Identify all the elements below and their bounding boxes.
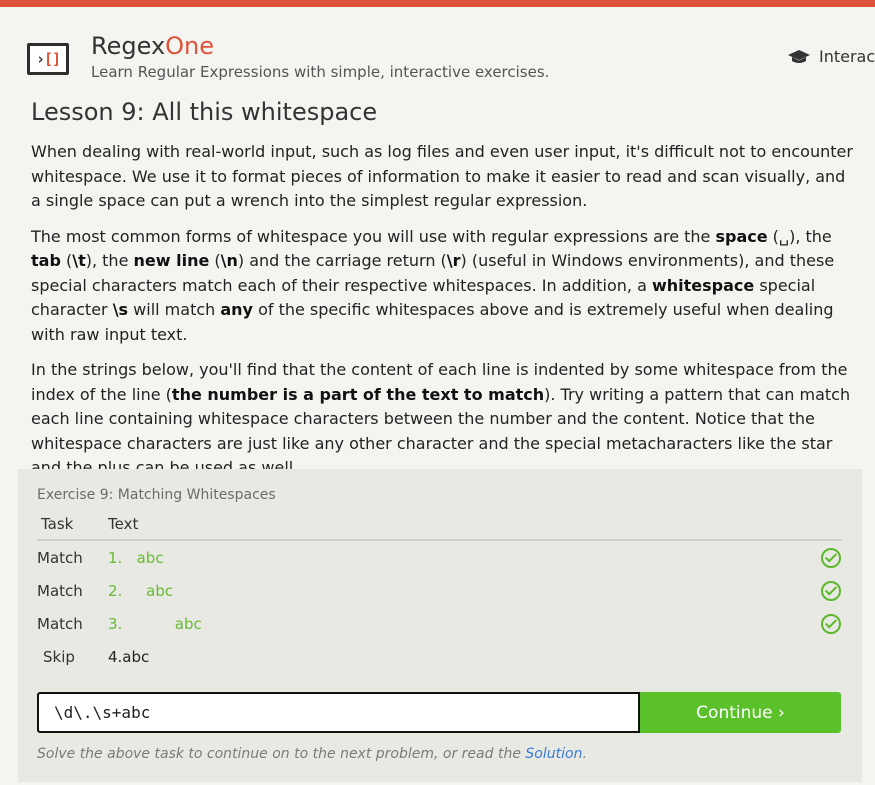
lesson-paragraph-2: The most common forms of whitespace you … — [31, 226, 835, 344]
column-header-task: Task — [37, 515, 108, 541]
exercise-hint: Solve the above task to continue on to t… — [37, 746, 587, 762]
check-circle-icon — [821, 547, 841, 568]
task-text: 1. abc — [108, 548, 164, 567]
lesson-content: Lesson 9: All this whitespace When deali… — [31, 92, 853, 492]
continue-button[interactable]: Continue › — [640, 692, 841, 733]
task-text: 4.abc — [108, 647, 150, 666]
regex-pattern-input[interactable] — [37, 692, 640, 733]
task-type: Match — [37, 581, 83, 600]
site-title[interactable]: RegexOne — [91, 32, 214, 60]
exercise-panel: Exercise 9: Matching Whitespaces Task Te… — [18, 469, 862, 782]
lesson-paragraph-1: When dealing with real-world input, such… — [31, 142, 853, 210]
graduation-cap-icon — [788, 49, 810, 63]
exercise-title: Exercise 9: Matching Whitespaces — [37, 487, 276, 503]
check-circle-icon — [821, 580, 841, 601]
task-text: 2. abc — [108, 581, 174, 600]
nav-link-label: Interac — [819, 47, 875, 66]
check-circle-icon — [821, 613, 841, 634]
lesson-title: Lesson 9: All this whitespace — [31, 98, 378, 126]
lesson-paragraph-3: In the strings below, you'll find that t… — [31, 360, 851, 477]
table-row: Match 1. abc — [37, 540, 842, 574]
task-type: Skip — [43, 647, 75, 666]
table-row: Skip 4.abc — [37, 640, 842, 673]
site-header: ›[] RegexOne Learn Regular Expressions w… — [0, 7, 875, 92]
task-type: Match — [37, 548, 83, 567]
task-type: Match — [37, 614, 83, 633]
column-header-text: Text — [108, 515, 802, 541]
table-row: Match 2. abc — [37, 574, 842, 607]
top-accent-bar — [0, 0, 875, 7]
answer-row: Continue › — [37, 692, 841, 733]
solution-link[interactable]: Solution — [525, 746, 582, 762]
site-tagline: Learn Regular Expressions with simple, i… — [91, 63, 550, 81]
nav-interactive-tutorial-link[interactable]: Interac — [787, 47, 875, 66]
task-text: 3. abc — [108, 614, 202, 633]
table-row: Match 3. abc — [37, 607, 842, 640]
regexone-logo-icon[interactable]: ›[] — [27, 43, 69, 75]
exercise-task-table: Task Text Match 1. abc Match 2. abc Matc… — [37, 515, 842, 673]
